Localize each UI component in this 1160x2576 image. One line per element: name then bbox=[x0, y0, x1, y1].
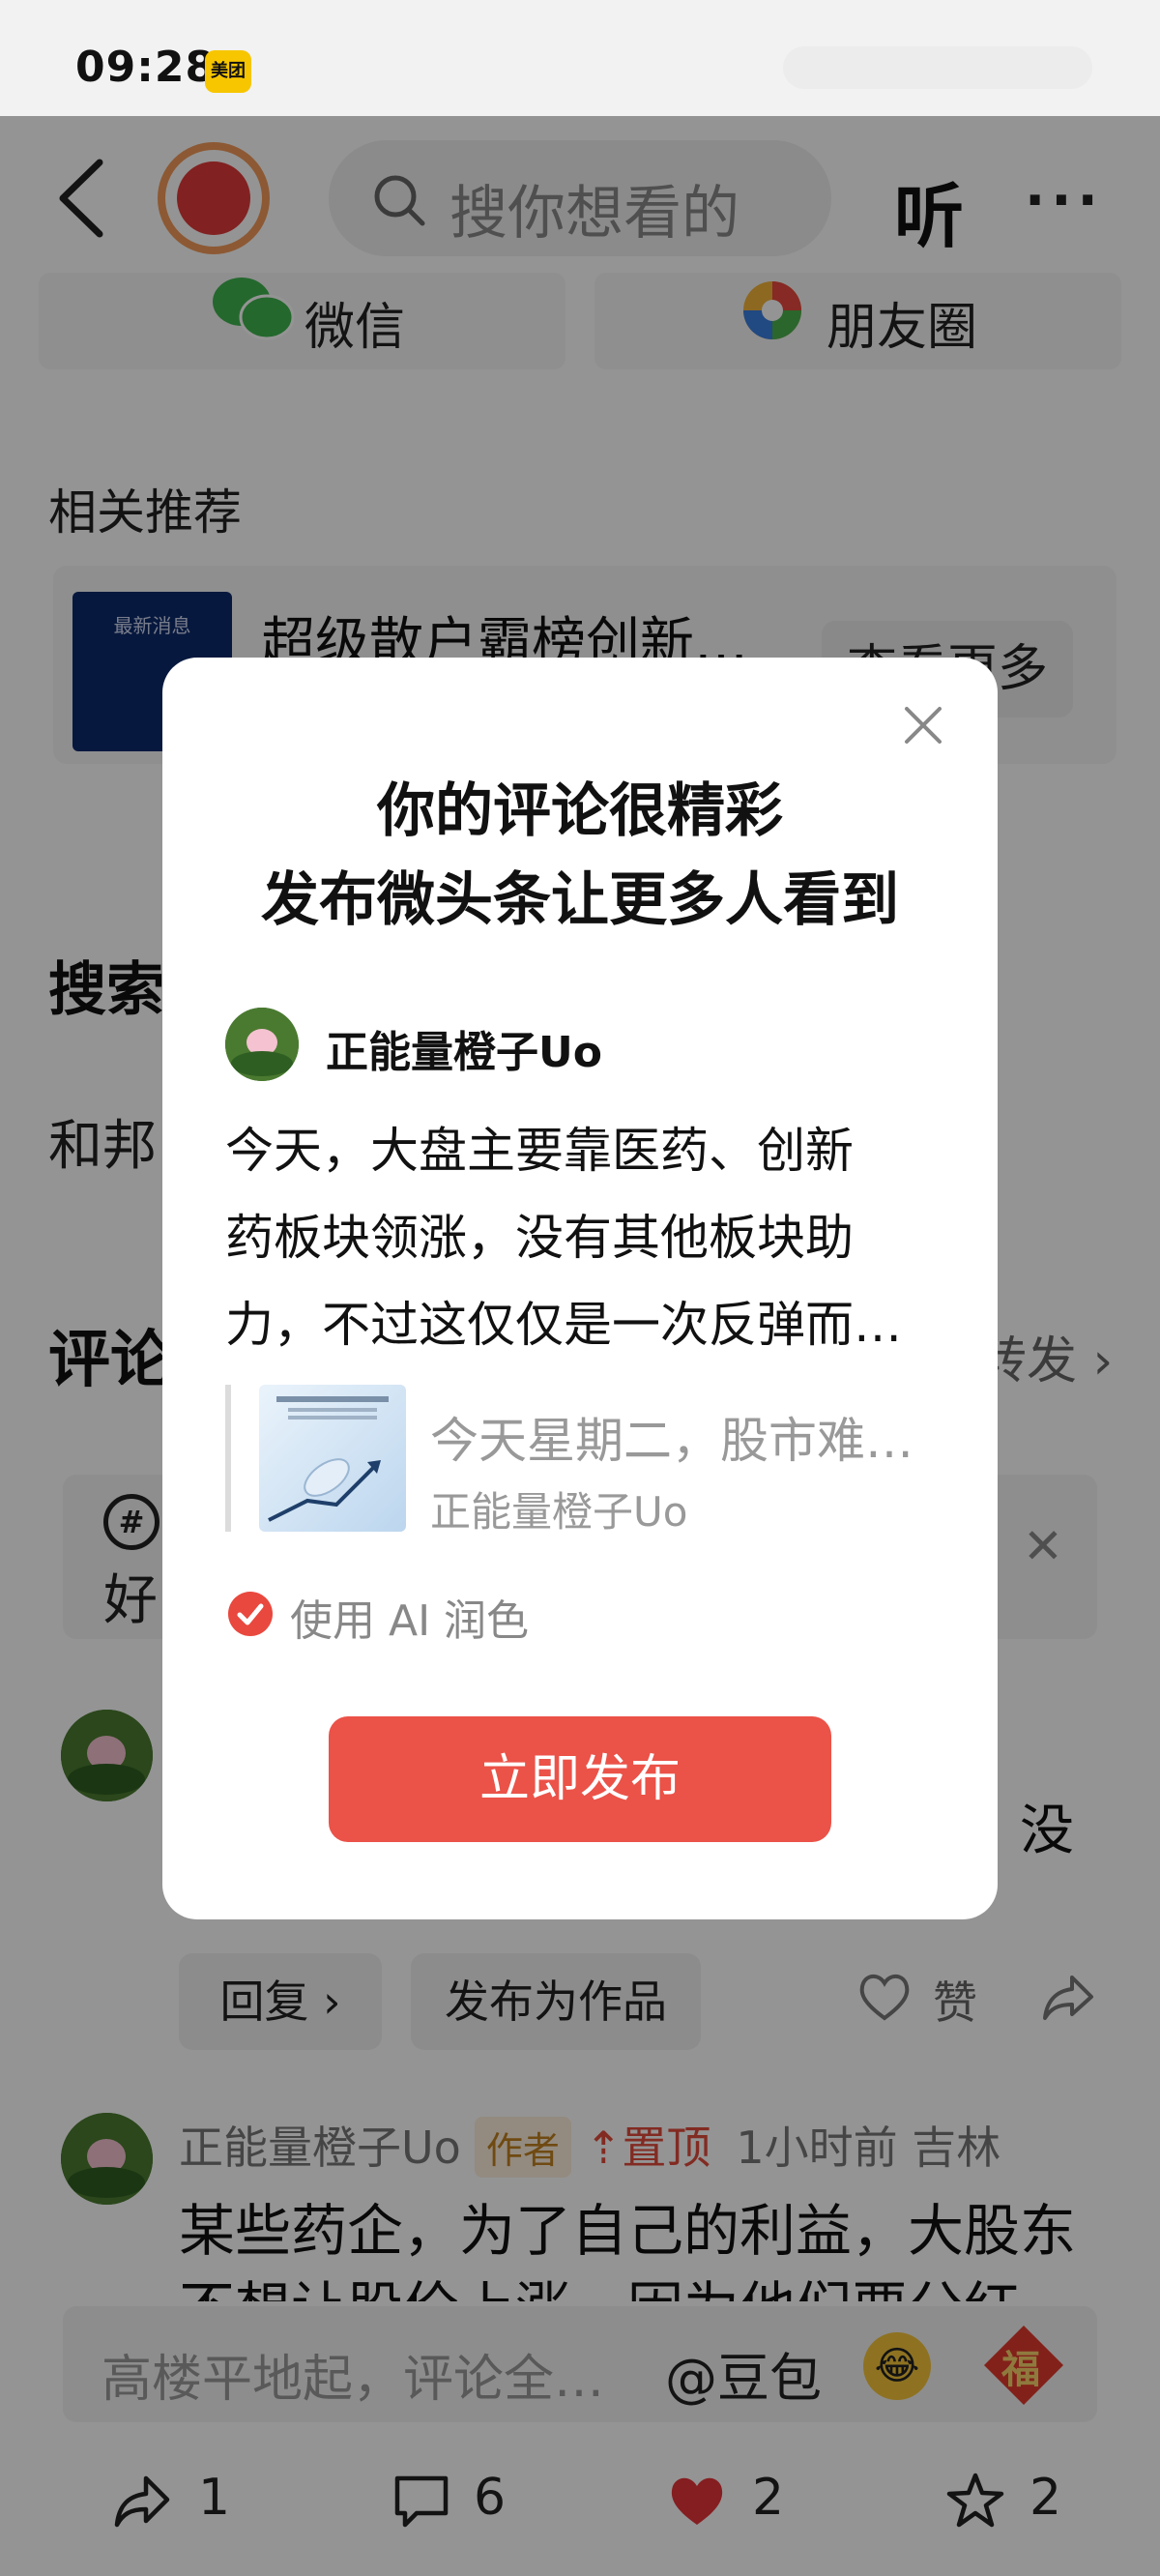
close-icon[interactable] bbox=[899, 701, 947, 749]
comment-body-line: 今天，大盘主要靠医药、创新 bbox=[225, 1123, 854, 1179]
quoted-article-author: 正能量橙子Uo bbox=[430, 1488, 688, 1536]
ai-polish-label[interactable]: 使用 AI 润色 bbox=[290, 1586, 529, 1648]
quoted-article-thumbnail bbox=[259, 1385, 406, 1532]
status-icons bbox=[783, 46, 1092, 89]
author-avatar bbox=[225, 1008, 299, 1081]
checkbox-checked-icon[interactable] bbox=[228, 1592, 273, 1636]
check-icon bbox=[237, 1603, 264, 1625]
quote-divider bbox=[225, 1385, 231, 1532]
status-time: 09:28 bbox=[75, 43, 217, 92]
lotus-avatar-icon bbox=[225, 1008, 299, 1081]
meituan-badge-icon: 美团 bbox=[205, 50, 251, 93]
dialog-title: 你的评论很精彩 bbox=[377, 777, 783, 845]
author-name: 正能量橙子Uo bbox=[326, 1028, 602, 1077]
publish-now-button[interactable]: 立即发布 bbox=[329, 1716, 831, 1842]
stock-chart-thumbnail-icon bbox=[268, 1396, 389, 1522]
comment-body-line: 力，不过这仅仅是一次反弹而… bbox=[225, 1297, 902, 1353]
quoted-article-title: 今天星期二，股市难… bbox=[430, 1413, 914, 1469]
dialog-subtitle: 发布微头条让更多人看到 bbox=[261, 866, 899, 934]
comment-body-line: 药板块领涨，没有其他板块助 bbox=[225, 1210, 854, 1266]
